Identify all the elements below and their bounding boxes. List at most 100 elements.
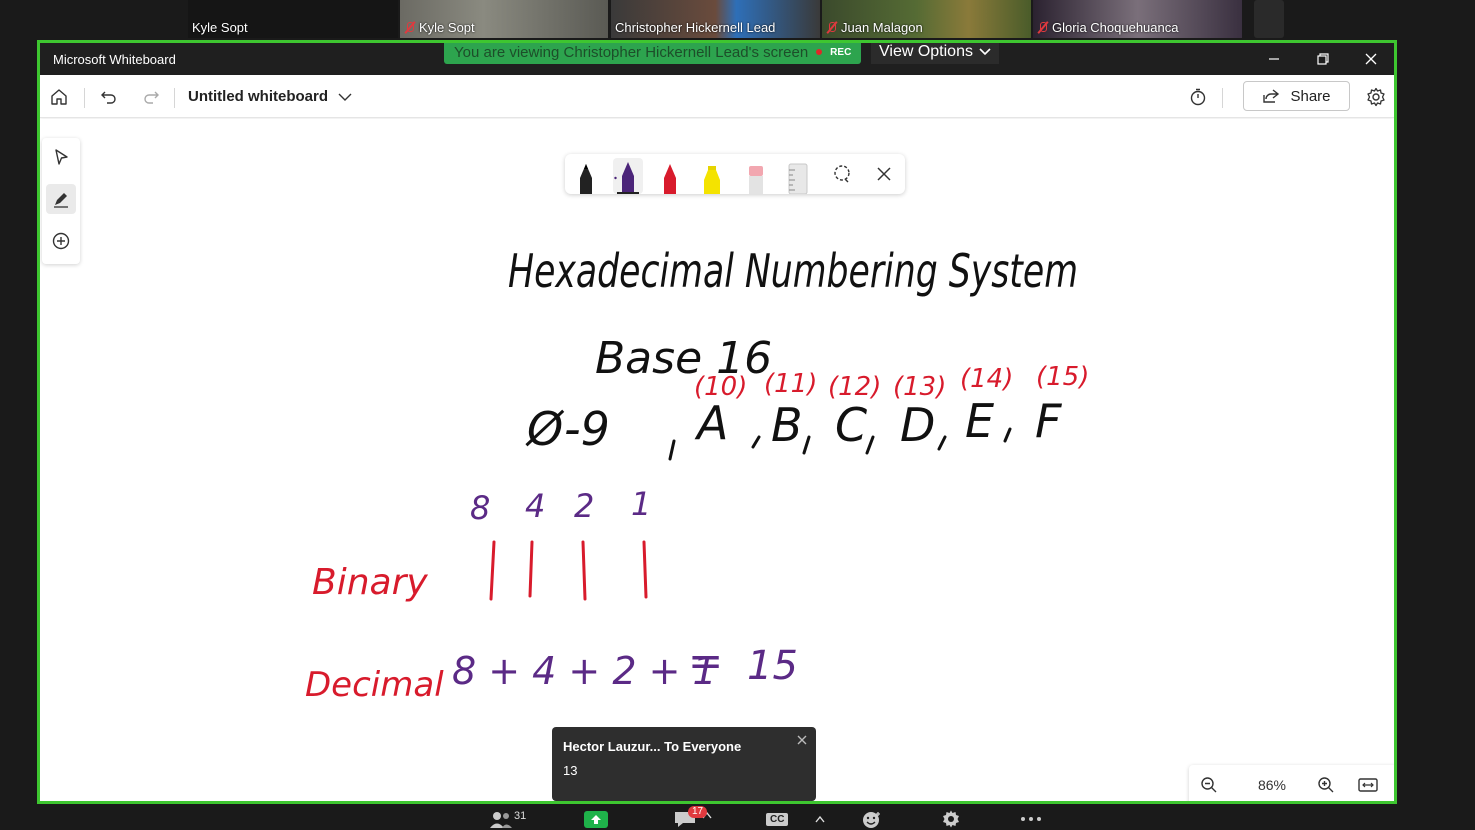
- close-window-button[interactable]: [1348, 43, 1394, 75]
- binary-bits-ink: [489, 540, 648, 601]
- fit-screen-icon: [1358, 778, 1378, 792]
- toolbar-divider: [174, 88, 175, 108]
- close-icon: [1365, 53, 1377, 65]
- recording-dot-icon: [816, 49, 823, 55]
- decimal-label-ink: Decimal: [305, 665, 444, 705]
- undo-button[interactable]: [98, 86, 120, 108]
- place-values-ink: 8 4 2 1: [470, 485, 651, 527]
- fit-to-screen-button[interactable]: [1357, 774, 1379, 796]
- participant-tile[interactable]: Kyle Sopt: [400, 0, 608, 38]
- undo-icon: [101, 91, 116, 104]
- muted-mic-icon: [1037, 21, 1049, 34]
- hex-digit: C: [835, 398, 867, 452]
- close-icon: [797, 735, 807, 745]
- chevron-down-icon: [338, 93, 352, 101]
- hex-digit: F: [1035, 394, 1062, 448]
- binary-bit: [642, 540, 648, 599]
- muted-mic-icon: [826, 21, 838, 34]
- screen-share-banner: You are viewing Christopher Hickernell L…: [444, 43, 862, 64]
- toolbar-divider: [1222, 88, 1223, 108]
- gear-icon: [1367, 87, 1385, 107]
- digit-value: (15): [1036, 362, 1089, 392]
- hex-digit: E: [965, 394, 994, 448]
- share-icon: [1263, 89, 1280, 103]
- hex-digits-ink: Ø-9 A B C D E F: [525, 394, 1062, 456]
- participant-tile-active-speaker[interactable]: Christopher Hickernell Lead: [611, 0, 820, 38]
- share-button[interactable]: Share: [1243, 81, 1350, 111]
- digit-value: (14): [960, 364, 1013, 394]
- timer-button[interactable]: [1187, 86, 1209, 108]
- restore-button[interactable]: [1300, 43, 1346, 75]
- chevron-down-icon: [979, 48, 991, 56]
- view-options-button[interactable]: View Options: [871, 43, 999, 64]
- close-toast-button[interactable]: [797, 732, 807, 748]
- app-title: Microsoft Whiteboard: [53, 52, 176, 67]
- participant-name-label: Gloria Choquehuanca: [1052, 20, 1179, 35]
- emoji-icon: [863, 812, 880, 828]
- participant-name-label: Christopher Hickernell Lead: [615, 20, 776, 35]
- participant-tile[interactable]: Juan Malagon: [822, 0, 1031, 38]
- zoom-out-button[interactable]: [1198, 774, 1220, 796]
- title-ink: Hexadecimal Numbering System: [508, 244, 1078, 298]
- hex-digit: D: [900, 398, 935, 452]
- timer-icon: [1190, 88, 1206, 106]
- more-reactions-chevron[interactable]: [815, 810, 825, 828]
- home-button[interactable]: [48, 86, 70, 108]
- closed-captions-button[interactable]: CC: [766, 810, 789, 828]
- binary-bit: [581, 540, 587, 601]
- chat-message: 13: [563, 763, 578, 778]
- board-title-dropdown[interactable]: [334, 86, 356, 108]
- participant-name-wrap: Gloria Choquehuanca: [1037, 20, 1178, 35]
- banner-text: You are viewing Christopher Hickernell L…: [454, 43, 809, 61]
- zoom-controls: 86%: [1189, 765, 1394, 801]
- settings-button[interactable]: [1365, 86, 1387, 108]
- screen-share-frame: Microsoft Whiteboard You are viewing Chr…: [37, 40, 1397, 804]
- decimal-expression-ink: 8 + 4 + 2 + 1: [452, 649, 717, 693]
- minimize-button[interactable]: [1251, 43, 1297, 75]
- place-value: 4: [525, 487, 545, 525]
- share-screen-button[interactable]: [584, 810, 608, 828]
- participant-name-wrap: Kyle Sopt: [404, 20, 475, 35]
- minimize-icon: [1269, 58, 1279, 60]
- share-screen-icon: [584, 811, 608, 828]
- chevron-up-icon: [815, 815, 825, 823]
- muted-mic-icon: [404, 21, 416, 34]
- board-title[interactable]: Untitled whiteboard: [188, 88, 328, 105]
- chat-notification-toast[interactable]: Hector Lauzur... To Everyone 13: [552, 727, 816, 801]
- place-value: 1: [631, 485, 651, 523]
- chat-button[interactable]: 17: [674, 806, 712, 828]
- participant-tile[interactable]: Kyle Sopt: [188, 0, 398, 38]
- participant-tile[interactable]: Gloria Choquehuanca: [1033, 0, 1242, 38]
- hex-digit: A: [694, 396, 728, 450]
- hex-digit: B: [771, 398, 803, 452]
- redo-button[interactable]: [140, 86, 162, 108]
- zoom-level: 86%: [1257, 777, 1287, 793]
- toolbar-divider: [84, 88, 85, 108]
- gear-icon: [943, 810, 959, 828]
- whiteboard-ink-layer: Hexadecimal Numbering System Base 16 (10…: [305, 244, 1089, 705]
- participant-name-label: Kyle Sopt: [192, 20, 248, 35]
- participants-button[interactable]: 31: [489, 810, 526, 828]
- rec-label: REC: [830, 46, 852, 58]
- redo-icon: [144, 91, 159, 104]
- decimal-equals-ink: =: [688, 636, 723, 685]
- participant-name-label: Juan Malagon: [841, 20, 923, 35]
- reactions-button[interactable]: [862, 810, 882, 828]
- more-options-button[interactable]: [1020, 810, 1042, 828]
- share-label: Share: [1290, 87, 1331, 105]
- zoom-in-button[interactable]: [1315, 774, 1337, 796]
- decimal-result-ink: 15: [747, 643, 798, 689]
- cc-label: CC: [766, 812, 789, 826]
- chat-unread-badge: 17: [688, 806, 708, 818]
- settings-button[interactable]: [941, 810, 961, 828]
- binary-bit: [489, 540, 496, 601]
- binary-bit: [528, 540, 534, 598]
- view-options-label: View Options: [879, 43, 973, 60]
- place-value: 8: [470, 489, 490, 527]
- zoom-out-icon: [1201, 777, 1217, 793]
- participant-count: 31: [514, 810, 527, 822]
- whiteboard-toolbar: Untitled whiteboard Share: [40, 75, 1394, 118]
- participant-name-label: Kyle Sopt: [419, 20, 475, 35]
- participant-strip-next-button[interactable]: [1254, 0, 1284, 38]
- whiteboard-canvas[interactable]: Hexadecimal Numbering System Base 16 (10…: [40, 119, 1394, 801]
